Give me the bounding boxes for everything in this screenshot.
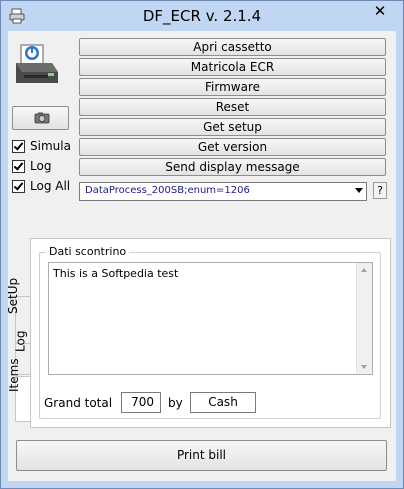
close-icon: ✕	[373, 2, 387, 20]
send-display-message-button[interactable]: Send display message	[79, 158, 386, 176]
app-window: DF_ECR v. 2.1.4 ✕ Apri cassetto Matricol…	[0, 0, 404, 489]
get-version-button[interactable]: Get version	[79, 138, 386, 156]
receipt-textarea[interactable]: This is a Softpedia test	[48, 262, 373, 375]
log-all-checkbox[interactable]: Log All	[12, 178, 70, 194]
check-icon	[12, 139, 25, 153]
simula-checkbox[interactable]: Simula	[12, 138, 71, 154]
scroll-up-icon[interactable]	[361, 268, 367, 272]
firmware-button[interactable]: Firmware	[79, 78, 386, 96]
log-checkbox[interactable]: Log	[12, 158, 51, 174]
chevron-down-icon[interactable]	[355, 188, 363, 193]
main-panel: Apri cassetto Matricola ECR Firmware Res…	[5, 31, 396, 481]
log-all-label: Log All	[30, 179, 71, 193]
matricola-ecr-button[interactable]: Matricola ECR	[79, 58, 386, 76]
grand-total-field[interactable]: 700	[121, 392, 161, 413]
payment-method-field[interactable]: Cash	[190, 392, 256, 413]
process-select-value: DataProcess_200SB;enum=1206	[85, 185, 250, 196]
grand-total-label: Grand total	[44, 396, 113, 410]
get-setup-button[interactable]: Get setup	[79, 118, 386, 136]
receipt-text: This is a Softpedia test	[53, 267, 179, 280]
window-title: DF_ECR v. 2.1.4	[142, 7, 262, 25]
process-select[interactable]: DataProcess_200SB;enum=1206	[79, 182, 367, 201]
check-icon	[12, 159, 25, 173]
help-button[interactable]: ?	[373, 182, 387, 199]
tab-log-label: Log	[12, 330, 27, 352]
print-bill-button[interactable]: Print bill	[16, 440, 387, 471]
close-button[interactable]: ✕	[367, 1, 393, 21]
scroll-down-icon[interactable]	[361, 365, 367, 369]
tab-items-label: Items	[7, 358, 22, 392]
receipt-group-title: Dati scontrino	[46, 245, 130, 258]
tab-setup-label: SetUp	[5, 277, 20, 314]
camera-icon	[34, 112, 50, 124]
check-icon	[12, 179, 25, 193]
title-bar: DF_ECR v. 2.1.4 ✕	[1, 1, 403, 31]
textarea-scrollbar[interactable]	[356, 263, 372, 374]
simula-label: Simula	[30, 139, 71, 153]
apri-cassetto-button[interactable]: Apri cassetto	[79, 38, 386, 56]
camera-button[interactable]	[12, 106, 69, 130]
reset-button[interactable]: Reset	[79, 98, 386, 116]
items-tab-panel: Dati scontrino This is a Softpedia test …	[30, 238, 391, 428]
printer-logo-icon	[16, 44, 58, 83]
log-label: Log	[30, 159, 52, 173]
by-label: by	[168, 396, 183, 410]
receipt-group: Dati scontrino This is a Softpedia test …	[39, 245, 381, 419]
